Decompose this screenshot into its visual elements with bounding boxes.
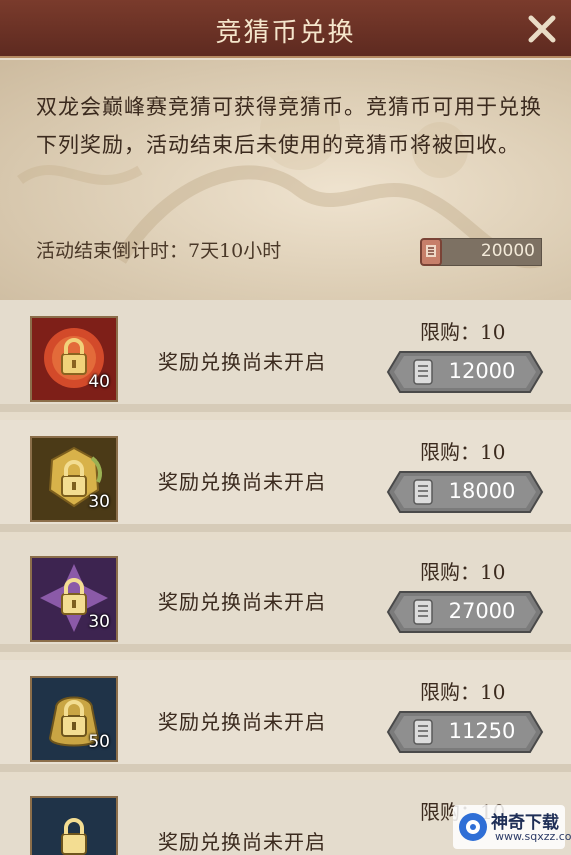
exchange-price: 27000	[448, 599, 516, 623]
event-countdown: 活动结束倒计时：7天10小时	[36, 240, 282, 262]
reward-row: 30 奖励兑换尚未开启 限购：10 18000	[0, 420, 571, 532]
dialog-title-bar: 竞猜币兑换	[0, 0, 571, 58]
reward-item-slot[interactable]: 30	[30, 436, 118, 522]
reward-item-slot[interactable]: 30	[30, 556, 118, 642]
reward-row: 30 奖励兑换尚未开启 限购：10 27000	[0, 540, 571, 652]
reward-status: 奖励兑换尚未开启	[158, 590, 326, 614]
exchange-price-button[interactable]: 27000	[386, 590, 544, 634]
reward-status: 奖励兑换尚未开启	[158, 830, 326, 854]
exchange-description: 双龙会巅峰赛竞猜可获得竞猜币。竞猜币可用于兑换下列奖励，活动结束后未使用的竞猜币…	[36, 95, 542, 157]
exchange-info-panel: 双龙会巅峰赛竞猜可获得竞猜币。竞猜币可用于兑换下列奖励，活动结束后未使用的竞猜币…	[0, 60, 571, 300]
site-watermark: 神奇下载 www.sqxzz.com	[453, 805, 571, 849]
exchange-price-button[interactable]: 11250	[386, 710, 544, 754]
exchange-price-button[interactable]: 12000	[386, 350, 544, 394]
reward-item-slot[interactable]: 50	[30, 676, 118, 762]
exchange-price-button[interactable]: 18000	[386, 470, 544, 514]
reward-item-count: 50	[88, 732, 110, 752]
guess-coin-icon	[420, 238, 442, 266]
reward-row: 40 奖励兑换尚未开启 限购：10 12000	[0, 300, 571, 412]
dialog-title: 竞猜币兑换	[215, 18, 356, 48]
purchase-limit: 限购：10	[420, 560, 506, 584]
reward-item-count: 30	[88, 492, 110, 512]
reward-item-slot[interactable]: 40	[30, 316, 118, 402]
reward-status: 奖励兑换尚未开启	[158, 350, 326, 374]
exchange-price: 18000	[448, 479, 516, 503]
reward-item-slot[interactable]	[30, 796, 118, 855]
locked-item-icon	[61, 818, 87, 855]
coin-balance: 20000	[420, 238, 542, 266]
close-button[interactable]	[523, 10, 561, 48]
coin-balance-amount: 20000	[480, 241, 535, 261]
exchange-price: 12000	[448, 359, 516, 383]
purchase-limit: 限购：10	[420, 320, 506, 344]
close-icon	[528, 15, 556, 43]
purchase-limit: 限购：10	[420, 680, 506, 704]
reward-row: 50 奖励兑换尚未开启 限购：10 11250	[0, 660, 571, 772]
reward-status: 奖励兑换尚未开启	[158, 710, 326, 734]
reward-list[interactable]: 40 奖励兑换尚未开启 限购：10 12000 30 奖励兑换尚未开启 限购：1…	[0, 300, 571, 855]
site-logo-icon	[459, 813, 487, 841]
watermark-url: www.sqxzz.com	[495, 830, 571, 843]
reward-status: 奖励兑换尚未开启	[158, 470, 326, 494]
reward-item-count: 40	[88, 372, 110, 392]
purchase-limit: 限购：10	[420, 440, 506, 464]
reward-item-count: 30	[88, 612, 110, 632]
exchange-price: 11250	[448, 719, 516, 743]
